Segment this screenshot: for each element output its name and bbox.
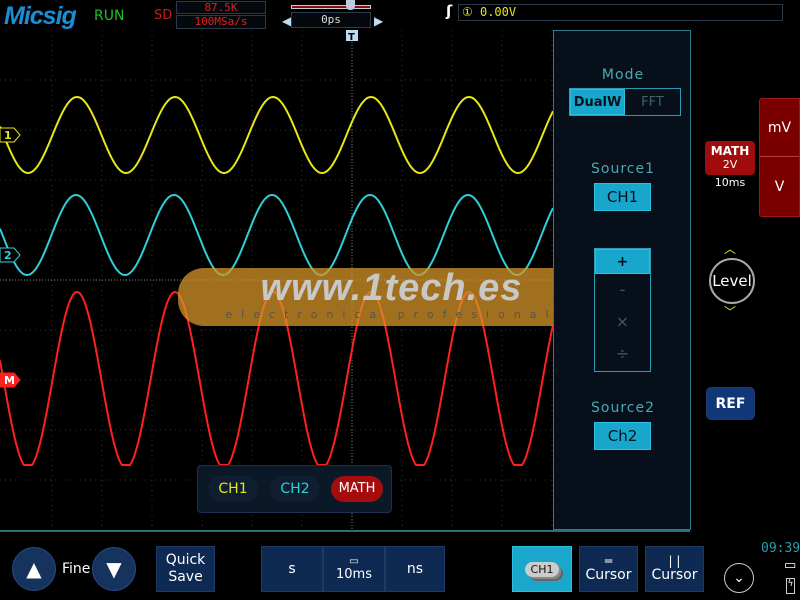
math-settings-panel: Mode DualW FFT Source1 CH1 + - × ÷ Sourc… xyxy=(553,30,691,530)
ruler-icon: ▭ xyxy=(349,556,359,567)
select-math-button[interactable]: MATH xyxy=(331,476,383,502)
watermark-sub: electronica profesional xyxy=(225,308,558,321)
mode-toggle: DualW FFT xyxy=(569,88,681,116)
watermark-logo: www.1tech.es electronica profesional xyxy=(178,268,605,326)
memory-position-bar[interactable] xyxy=(291,5,371,9)
quick-save-label-2: Save xyxy=(168,569,203,585)
ch1-stack-icon: CH1 xyxy=(524,561,560,577)
clock: 09:39 xyxy=(761,541,800,556)
select-ch1-button[interactable]: CH1 xyxy=(208,476,258,502)
sample-rate[interactable]: 100MSa/s xyxy=(176,15,266,29)
operator-plus[interactable]: + xyxy=(595,249,650,274)
left-arrow-icon[interactable]: ◀ xyxy=(282,14,291,28)
bracket xyxy=(290,8,291,9)
math-timebase: 10ms xyxy=(714,176,746,189)
fine-label: Fine xyxy=(62,561,91,577)
ch1-waveform xyxy=(0,95,553,175)
watermark-text: www.1tech.es xyxy=(260,267,523,309)
battery-charging-icon: ϟ xyxy=(786,578,795,594)
horizontal-cursor-icon: ═ xyxy=(604,554,613,568)
monitor-icon: ▭ xyxy=(784,558,797,573)
svg-text:M: M xyxy=(4,374,15,387)
fine-down-button[interactable]: ▼ xyxy=(92,547,136,591)
ref-button[interactable]: REF xyxy=(706,387,755,420)
operator-list: + - × ÷ xyxy=(594,248,651,372)
channel-selector: CH1 CH2 MATH xyxy=(197,465,392,513)
trigger-marker[interactable]: T xyxy=(346,30,358,43)
source1-select[interactable]: CH1 xyxy=(594,183,651,211)
math-badge-label: MATH xyxy=(710,144,750,158)
svg-text:1: 1 xyxy=(4,129,12,142)
unit-mv[interactable]: mV xyxy=(760,99,799,157)
mode-fft[interactable]: FFT xyxy=(625,89,680,115)
ch2-waveform xyxy=(0,193,553,277)
cursor-h-label: Cursor xyxy=(585,567,632,583)
level-up-icon[interactable]: ︿ xyxy=(724,240,736,257)
trigger-slope-icon: ʃ xyxy=(446,2,453,20)
right-arrow-icon[interactable]: ▶ xyxy=(374,14,383,28)
operator-divide[interactable]: ÷ xyxy=(595,338,650,370)
quick-save-label-1: Quick xyxy=(165,552,206,568)
timebase-control: s ▭ 10ms ns xyxy=(261,546,445,592)
timebase-s-button[interactable]: s xyxy=(261,546,323,592)
mode-dualw[interactable]: DualW xyxy=(570,89,625,115)
math-marker[interactable]: M xyxy=(0,372,21,388)
vertical-cursor-icon: | | xyxy=(668,554,681,568)
svg-text:2: 2 xyxy=(4,249,12,262)
math-scale-badge[interactable]: MATH 2V xyxy=(705,141,755,175)
timebase-label: 10ms xyxy=(336,567,372,582)
expand-menu-icon[interactable]: ⌄ xyxy=(724,563,754,593)
vertical-cursor-button[interactable]: | | Cursor xyxy=(645,546,704,592)
mode-label: Mode xyxy=(601,67,645,83)
acquisition-mode[interactable]: SD xyxy=(154,8,172,23)
cursor-v-label: Cursor xyxy=(651,567,698,583)
brand-logo: Micsig xyxy=(4,2,77,30)
level-knob[interactable]: Level xyxy=(709,258,755,304)
svg-text:T: T xyxy=(348,32,355,43)
operator-multiply[interactable]: × xyxy=(595,306,650,338)
memory-depth[interactable]: 87.5K xyxy=(176,1,266,14)
ch1-marker[interactable]: 1 xyxy=(0,127,21,143)
math-scale: 2V xyxy=(722,158,738,171)
operator-minus[interactable]: - xyxy=(595,274,650,306)
unit-v[interactable]: V xyxy=(760,157,799,217)
horizontal-cursor-button[interactable]: ═ Cursor xyxy=(579,546,638,592)
quick-save-button[interactable]: Quick Save xyxy=(156,546,215,592)
position-handle[interactable] xyxy=(346,0,355,10)
divider xyxy=(0,530,690,532)
run-status[interactable]: RUN xyxy=(94,8,124,24)
timebase-ns-button[interactable]: ns xyxy=(385,546,445,592)
source1-label: Source1 xyxy=(591,161,655,177)
level-down-icon[interactable]: ﹀ xyxy=(724,303,736,320)
select-ch2-button[interactable]: CH2 xyxy=(270,476,320,502)
unit-selector: mV V xyxy=(759,98,800,217)
source2-select[interactable]: Ch2 xyxy=(594,422,651,450)
timebase-value[interactable]: ▭ 10ms xyxy=(323,546,385,592)
fine-up-button[interactable]: ▲ xyxy=(12,547,56,591)
source2-label: Source2 xyxy=(591,400,655,416)
trigger-position[interactable]: 0ps xyxy=(291,12,371,28)
channel-stack-button[interactable]: CH1 xyxy=(512,546,572,592)
trigger-info[interactable]: ① 0.00V xyxy=(458,4,783,21)
ch2-marker[interactable]: 2 xyxy=(0,247,21,263)
